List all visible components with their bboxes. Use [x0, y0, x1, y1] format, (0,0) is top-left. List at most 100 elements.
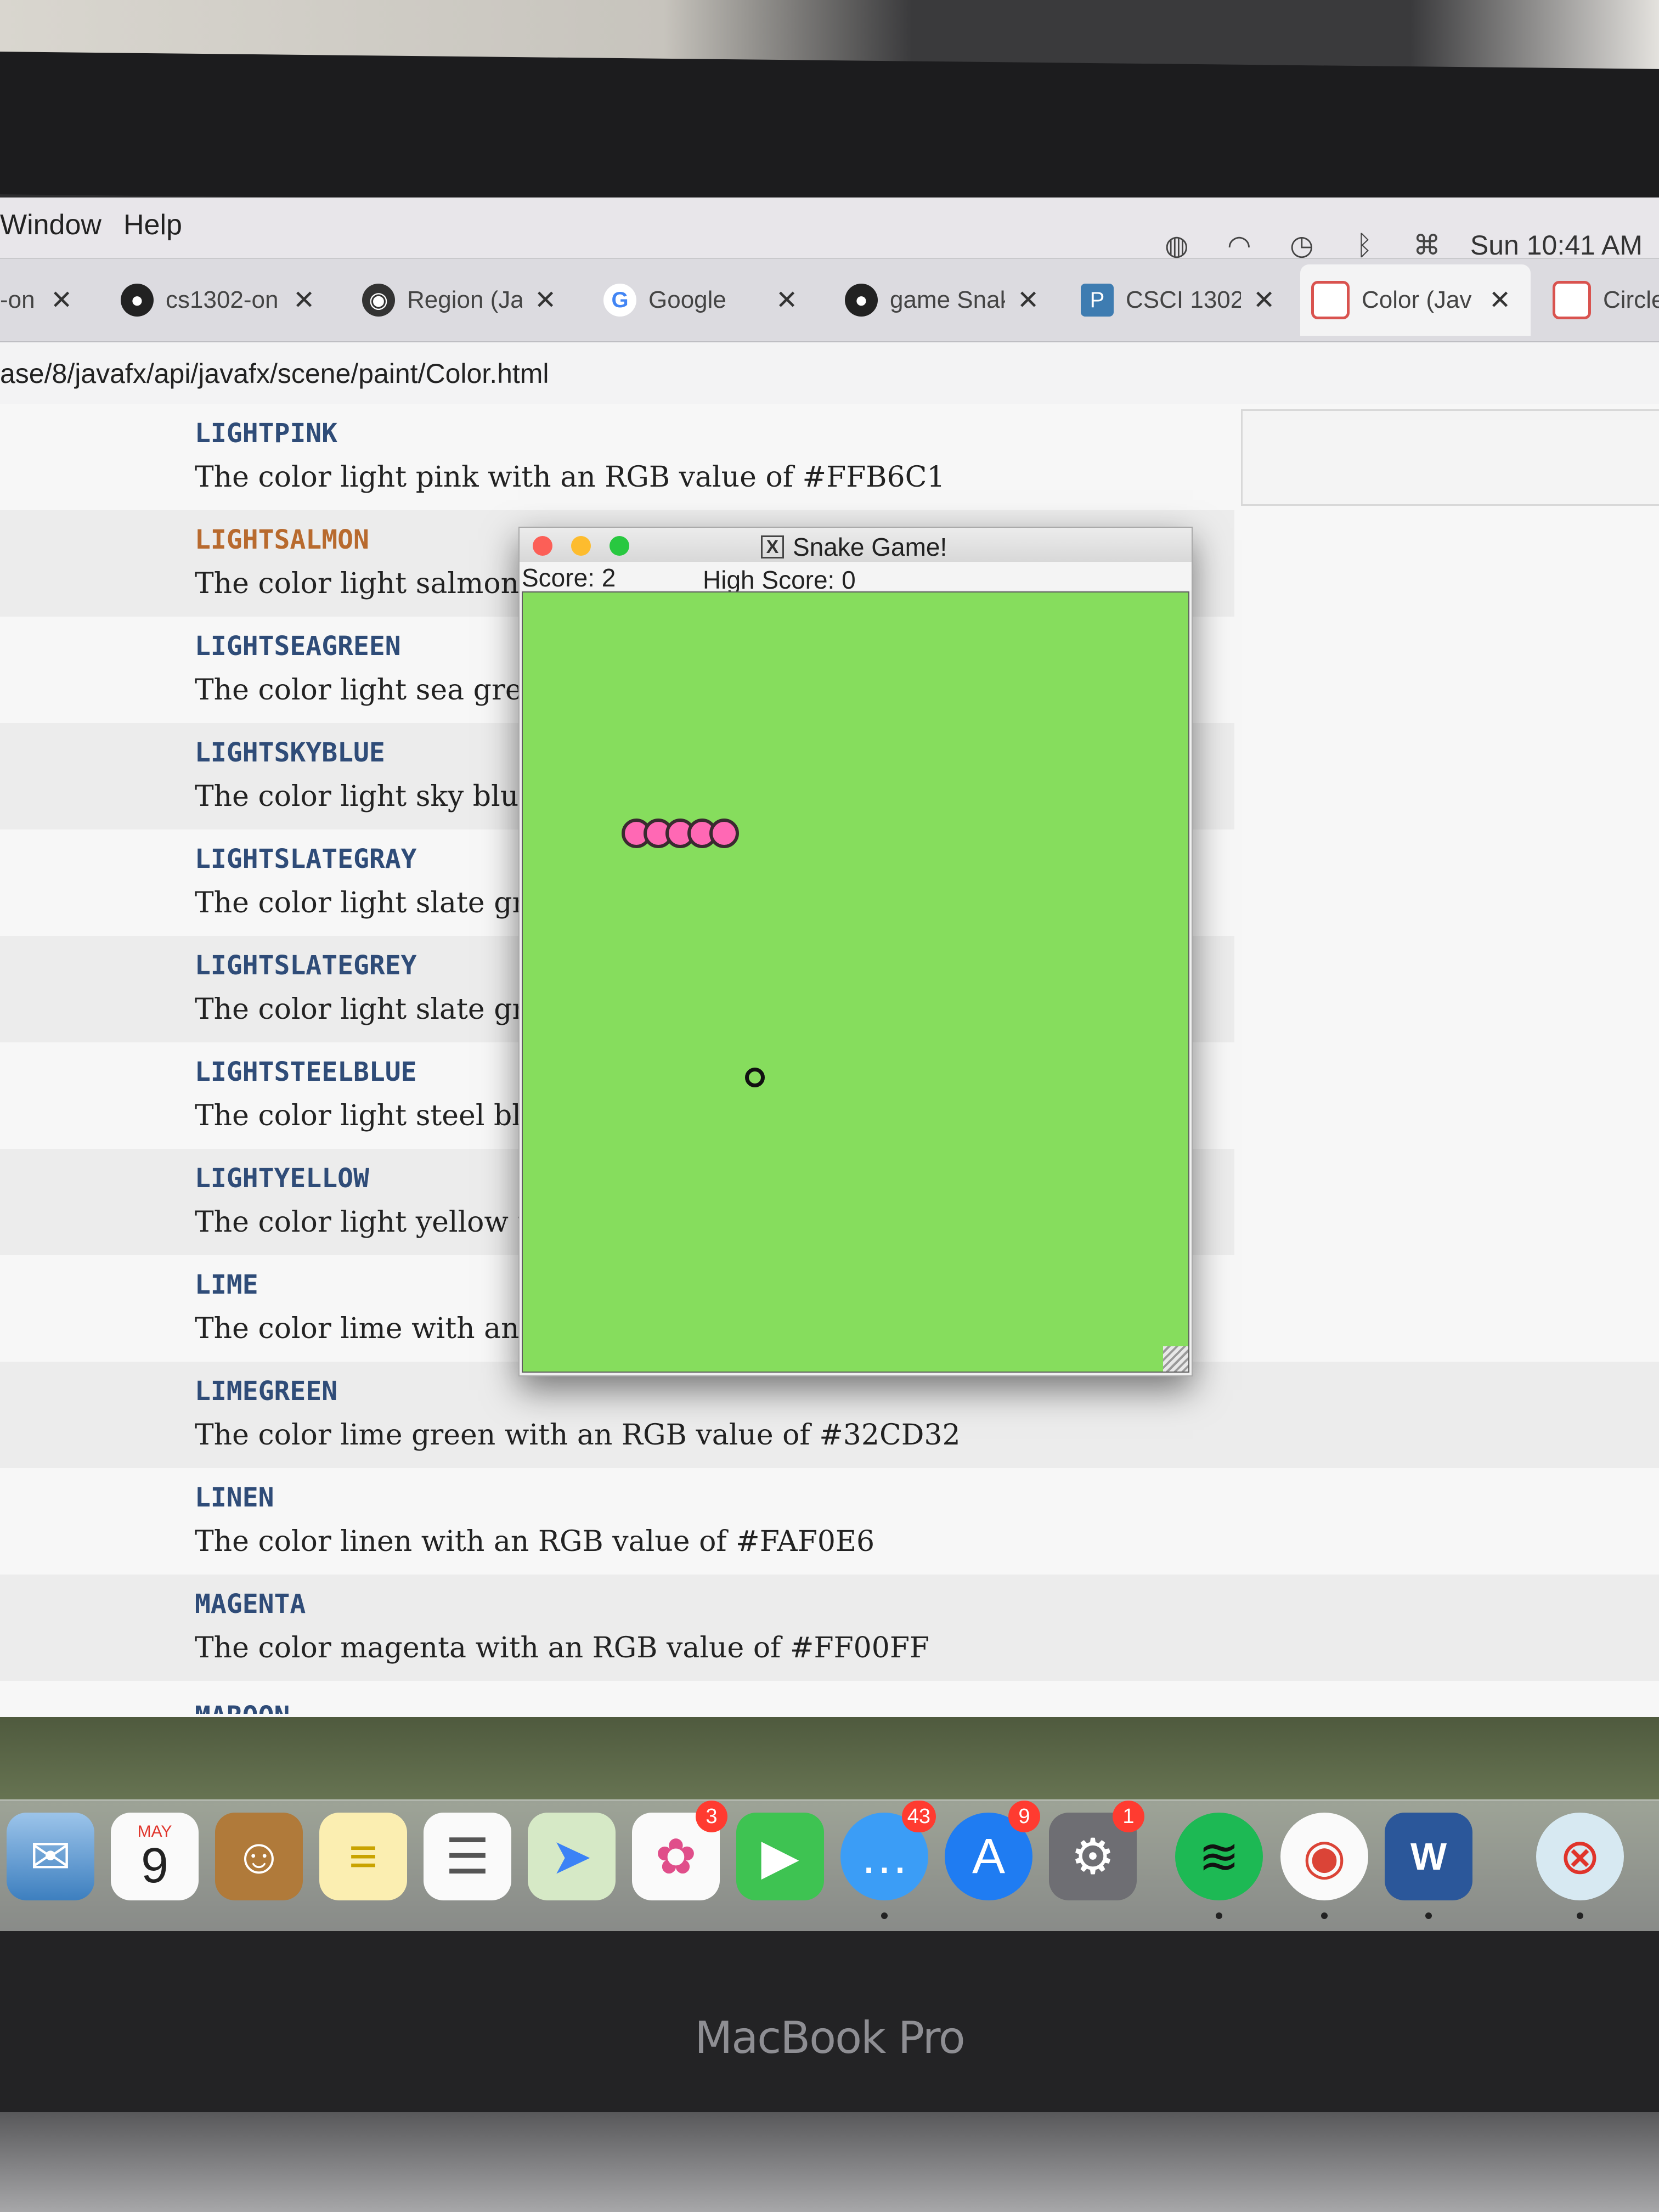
facetime-icon[interactable]: ▶ — [736, 1813, 824, 1900]
list-item: MAGENTA The color magenta with an RGB va… — [0, 1575, 1659, 1681]
minimize-window-button[interactable] — [571, 536, 591, 556]
time-machine-icon[interactable]: ◷ — [1283, 229, 1321, 262]
field-name[interactable]: LIGHTSTEELBLUE — [195, 1057, 417, 1087]
tab-3[interactable]: G Google ✕ — [592, 264, 812, 336]
wifi-icon[interactable]: ◠ — [1220, 229, 1259, 262]
tab-title: Region (Ja — [407, 286, 522, 313]
field-description: The color linen with an RGB value of #FA… — [195, 1525, 875, 1558]
food-pellet — [745, 1068, 765, 1087]
tab-2[interactable]: ◉ Region (Ja ✕ — [351, 264, 571, 336]
snake-segment — [709, 819, 739, 848]
messages-icon[interactable]: … 43 — [840, 1801, 936, 1919]
contacts-icon[interactable]: ☺ — [215, 1813, 303, 1900]
resize-grip-icon[interactable] — [1163, 1346, 1188, 1372]
tab-0[interactable]: -on ✕ — [0, 264, 82, 336]
calendar-icon[interactable]: MAY 9 — [111, 1813, 199, 1900]
side-panel-box — [1241, 409, 1659, 506]
window-titlebar[interactable]: X Snake Game! — [520, 528, 1192, 562]
field-name[interactable]: LIGHTSALMON — [195, 524, 369, 555]
tab-4[interactable]: ● game Snak ✕ — [834, 264, 1053, 336]
running-indicator — [881, 1912, 888, 1919]
close-icon[interactable]: ✕ — [1489, 285, 1511, 315]
running-indicator — [1577, 1912, 1583, 1919]
field-name[interactable]: LINEN — [195, 1482, 274, 1513]
tab-5[interactable]: P CSCI 1302 ✕ — [1070, 264, 1289, 336]
spotify-icon[interactable]: ≋ — [1175, 1813, 1263, 1919]
field-description: The color light yellow w — [195, 1206, 542, 1239]
tab-6-active[interactable]: Color (Jav ✕ — [1300, 264, 1531, 336]
cisco-anyconnect-icon[interactable]: ◍ — [1158, 229, 1196, 262]
list-item: LIGHTPINK The color light pink with an R… — [0, 404, 1234, 510]
field-description: The color magenta with an RGB value of #… — [195, 1632, 929, 1664]
notification-badge: 3 — [696, 1801, 727, 1832]
field-name[interactable]: LIGHTSLATEGREY — [195, 950, 417, 981]
snake-game-window: X Snake Game! Score: 2 High Score: 0 — [518, 527, 1193, 1376]
field-description: The color lime green with an RGB value o… — [195, 1419, 961, 1452]
oracle-icon — [1311, 281, 1350, 319]
keyboard-viewer-icon[interactable]: ⌘ — [1408, 229, 1446, 262]
globe-icon: ◉ — [362, 284, 395, 317]
game-board[interactable] — [522, 591, 1189, 1373]
close-icon[interactable]: ✕ — [293, 285, 315, 315]
word-letter: W — [1410, 1835, 1447, 1878]
menu-window[interactable]: Window — [0, 208, 101, 241]
window-title: Snake Game! — [793, 533, 947, 561]
oracle-icon — [1553, 281, 1591, 319]
field-name[interactable]: LIGHTSEAGREEN — [195, 631, 401, 662]
field-name[interactable]: MAROON — [195, 1701, 290, 1714]
menu-help[interactable]: Help — [123, 208, 182, 241]
reminders-icon[interactable]: ☰ — [424, 1813, 511, 1900]
close-icon[interactable]: ✕ — [534, 285, 556, 315]
zoom-window-button[interactable] — [610, 536, 629, 556]
notification-badge: 43 — [901, 1801, 936, 1832]
close-icon[interactable]: ✕ — [1253, 285, 1275, 315]
photos-icon[interactable]: ✿ 3 — [632, 1801, 727, 1900]
field-name[interactable]: MAGENTA — [195, 1589, 306, 1620]
notes-icon[interactable]: ≡ — [319, 1813, 407, 1900]
close-icon[interactable]: ✕ — [1017, 285, 1039, 315]
maps-icon[interactable]: ➤ — [528, 1813, 616, 1900]
field-name[interactable]: LIGHTSKYBLUE — [195, 737, 385, 768]
word-icon[interactable]: W — [1385, 1813, 1472, 1919]
tab-title: Circle — [1603, 286, 1659, 313]
google-icon: G — [603, 284, 636, 317]
close-window-button[interactable] — [533, 536, 552, 556]
field-name[interactable]: LIGHTPINK — [195, 418, 337, 449]
url-text[interactable]: ase/8/javafx/api/javafx/scene/paint/Colo… — [0, 358, 549, 390]
tab-title: Color (Jav — [1362, 286, 1472, 313]
close-icon[interactable]: ✕ — [50, 285, 72, 315]
system-preferences-icon[interactable]: ⚙ 1 — [1049, 1801, 1144, 1900]
field-name[interactable]: LIGHTYELLOW — [195, 1163, 369, 1194]
field-description: The color light slate gre — [195, 993, 543, 1026]
mail-icon[interactable]: ✉ — [7, 1813, 94, 1900]
score-label: Score: 2 — [522, 563, 616, 592]
field-description: The color light steel blu — [195, 1099, 540, 1132]
close-icon[interactable]: ✕ — [776, 285, 798, 315]
field-description: The color lime with an — [195, 1312, 520, 1345]
field-description: The color light sea gree — [195, 674, 539, 707]
high-score-label: High Score: 0 — [703, 566, 856, 594]
github-icon: ● — [845, 284, 878, 317]
tab-title: -on — [0, 286, 35, 313]
bluetooth-icon[interactable]: ᛒ — [1345, 229, 1384, 262]
laptop-bezel-top — [0, 52, 1659, 212]
tab-7[interactable]: Circle — [1542, 264, 1659, 336]
field-description: The color light sky blue — [195, 780, 535, 813]
list-item: LIMEGREEN The color lime green with an R… — [0, 1362, 1659, 1468]
address-bar[interactable]: ase/8/javafx/api/javafx/scene/paint/Colo… — [0, 342, 1659, 405]
tab-title: Google — [648, 286, 726, 313]
running-indicator — [1321, 1912, 1328, 1919]
field-name[interactable]: LIME — [195, 1269, 258, 1300]
laptop-brand-label: MacBook Pro — [695, 2012, 965, 2063]
field-description: The color light pink with an RGB value o… — [195, 461, 945, 494]
chrome-icon[interactable]: ◉ — [1280, 1813, 1368, 1919]
field-name[interactable]: LIGHTSLATEGRAY — [195, 844, 417, 874]
app-store-icon[interactable]: A 9 — [945, 1801, 1040, 1900]
cisco-anyconnect-icon[interactable]: ⊗ — [1536, 1813, 1624, 1919]
field-name[interactable]: LIMEGREEN — [195, 1376, 337, 1407]
menu-clock[interactable]: Sun 10:41 AM — [1470, 229, 1643, 261]
list-item: LINEN The color linen with an RGB value … — [0, 1468, 1659, 1575]
java-app-icon: X — [761, 535, 784, 558]
menu-bar: Window Help ◍ ◠ ◷ ᛒ ⌘ Sun 10:41 AM — [0, 198, 1659, 262]
tab-1[interactable]: ● cs1302-on ✕ — [110, 264, 324, 336]
